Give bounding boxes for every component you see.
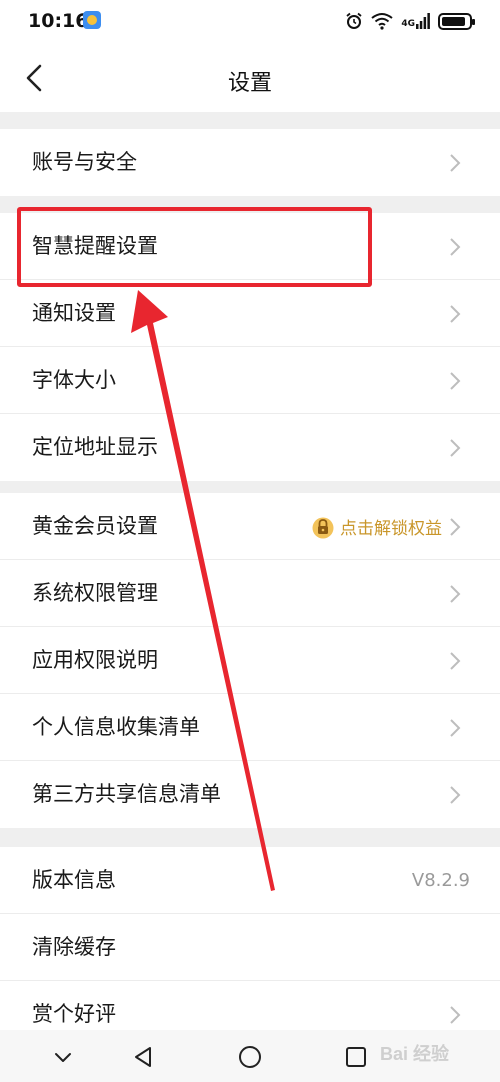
chevron-right-icon (450, 438, 461, 457)
chevron-right-icon (450, 785, 461, 804)
settings-group-about: 版本信息 V8.2.9 清除缓存 赏个好评 (0, 847, 500, 1048)
row-label: 第三方共享信息清单 (32, 782, 221, 806)
status-time: 10:16 (28, 10, 89, 32)
settings-row-location-display[interactable]: 定位地址显示 (0, 414, 500, 481)
status-icons: 4G (345, 10, 475, 32)
nav-back-icon[interactable] (128, 1042, 158, 1072)
chevron-right-icon (450, 517, 461, 536)
chevron-right-icon (450, 584, 461, 603)
chevron-right-icon (450, 304, 461, 323)
settings-group-account: 账号与安全 (0, 129, 500, 196)
row-label: 账号与安全 (32, 150, 137, 174)
unlock-benefits-link[interactable]: 点击解锁权益 (340, 514, 442, 539)
settings-row-app-permissions-info[interactable]: 应用权限说明 (0, 627, 500, 694)
row-label: 个人信息收集清单 (32, 715, 200, 739)
alarm-icon (346, 12, 362, 29)
app-notification-icon (83, 11, 101, 29)
settings-row-third-party-sharing[interactable]: 第三方共享信息清单 (0, 761, 500, 828)
chevron-right-icon (450, 651, 461, 670)
battery-icon (438, 12, 475, 30)
chevron-right-icon (450, 371, 461, 390)
chevron-right-icon (450, 1005, 461, 1024)
settings-row-notifications[interactable]: 通知设置 (0, 280, 500, 347)
chevron-down-icon[interactable] (48, 1042, 78, 1072)
network-type: 4G (401, 19, 415, 29)
cell-signal-icon: 4G (401, 13, 430, 29)
settings-row-personal-info-list[interactable]: 个人信息收集清单 (0, 694, 500, 761)
row-label: 字体大小 (32, 368, 116, 392)
settings-row-clear-cache[interactable]: 清除缓存 (0, 914, 500, 981)
annotation-highlight-box (17, 207, 372, 287)
version-value: V8.2.9 (411, 870, 470, 891)
row-label: 通知设置 (32, 301, 116, 325)
watermark: Bai 经验 (380, 1044, 450, 1064)
row-label: 版本信息 (32, 868, 116, 892)
chevron-right-icon (450, 718, 461, 737)
row-label: 清除缓存 (32, 935, 116, 959)
row-label: 系统权限管理 (32, 581, 158, 605)
status-bar: 10:16 4G (0, 0, 500, 44)
header: 设置 (0, 44, 500, 112)
chevron-right-icon (450, 237, 461, 256)
lock-icon (312, 517, 334, 538)
settings-group-permissions: 黄金会员设置 点击解锁权益 系统权限管理 应用权限说明 个人信息收集清单 第三方… (0, 493, 500, 828)
page-title: 设置 (227, 71, 272, 96)
row-label: 黄金会员设置 (32, 514, 158, 538)
settings-row-system-permissions[interactable]: 系统权限管理 (0, 560, 500, 627)
settings-row-gold-member[interactable]: 黄金会员设置 点击解锁权益 (0, 493, 500, 560)
chevron-right-icon (450, 153, 461, 172)
settings-row-font-size[interactable]: 字体大小 (0, 347, 500, 414)
settings-row-version-info[interactable]: 版本信息 V8.2.9 (0, 847, 500, 914)
nav-recents-icon[interactable] (341, 1042, 371, 1072)
row-label: 应用权限说明 (32, 648, 158, 672)
wifi-icon (371, 13, 393, 30)
nav-home-icon[interactable] (235, 1042, 265, 1072)
settings-row-account-security[interactable]: 账号与安全 (0, 129, 500, 196)
row-label: 定位地址显示 (32, 435, 158, 459)
